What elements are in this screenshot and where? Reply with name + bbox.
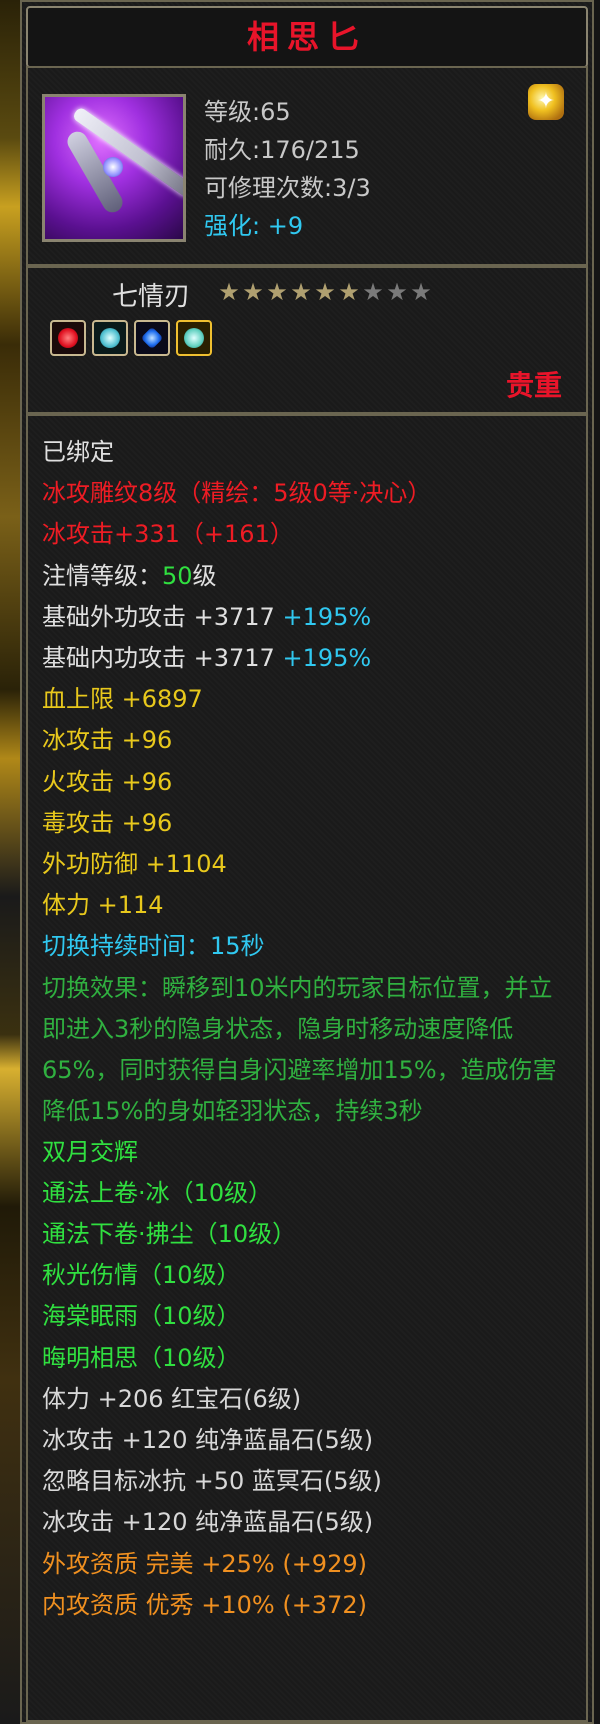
attribute-text: 火攻击 +96 (42, 767, 173, 796)
attribute-text: 通法上卷·冰（10级） (42, 1178, 273, 1207)
star-filled-icon: ★ (338, 278, 362, 306)
star-empty-icon: ★ (362, 278, 386, 306)
item-tooltip: 相思匕 等级:65 耐久:176/215 可修理次数:3/3 强化: +9 ✦ … (20, 0, 594, 1724)
attribute-line: 冰攻雕纹8级（精绘：5级0等·决心） (42, 473, 578, 514)
attribute-text: 切换持续时间：15秒 (42, 932, 265, 961)
attribute-text: 外功防御 +1104 (42, 850, 227, 879)
attribute-text: 冰攻击 +120 纯净蓝晶石(5级) (42, 1426, 374, 1455)
attribute-text: 冰攻雕纹8级（精绘：5级0等·决心） (42, 479, 432, 508)
attribute-line: 注情等级：50级 (42, 556, 578, 597)
sparkle-badge-icon: ✦ (528, 84, 564, 120)
attribute-text: 已绑定 (42, 438, 114, 466)
sapphire-gem-icon (134, 320, 170, 356)
attribute-line: 秋光伤情（10级） (42, 1255, 578, 1296)
attribute-line: 切换持续时间：15秒 (42, 926, 578, 967)
ruby-gem-icon (50, 320, 86, 356)
attribute-line: 内攻资质 优秀 +10% (+372) (42, 1585, 578, 1626)
item-name: 相思匕 (246, 18, 367, 56)
attribute-text: 体力 +114 (42, 891, 164, 920)
attribute-line: 体力 +206 红宝石(6级) (42, 1379, 578, 1420)
attribute-line: 血上限 +6897 (42, 679, 578, 720)
attribute-line: 已绑定 (42, 432, 578, 473)
item-durability: 耐久:176/215 (204, 136, 360, 164)
attribute-text: 内攻资质 优秀 +10% (+372) (42, 1590, 367, 1619)
attribute-text: 冰攻击 +96 (42, 726, 173, 755)
game-scene-edge (0, 0, 22, 1724)
attribute-text: +195% (282, 602, 372, 631)
attribute-text: 晦明相思（10级） (42, 1343, 241, 1372)
attribute-text: 海棠眠雨（10级） (42, 1302, 241, 1331)
attribute-list: 已绑定冰攻雕纹8级（精绘：5级0等·决心） 冰攻击+331（+161） 注情等级：5… (42, 432, 578, 1626)
rarity-label: 贵重 (505, 369, 562, 402)
attribute-line: 冰攻击 +120 纯净蓝晶石(5级) (42, 1420, 578, 1461)
item-attributes-section: 已绑定冰攻雕纹8级（精绘：5级0等·决心） 冰攻击+331（+161） 注情等级：5… (26, 414, 588, 1722)
item-enhance: 强化: +9 (204, 206, 303, 241)
attribute-text: 注情等级： (42, 561, 162, 590)
attribute-line: 忽略目标冰抗 +50 蓝冥石(5级) (42, 1461, 578, 1502)
item-level: 等级:65 (204, 98, 291, 126)
attribute-text: 冰攻击+331（+161） (42, 520, 294, 549)
item-header-section: 等级:65 耐久:176/215 可修理次数:3/3 强化: +9 ✦ (26, 66, 588, 266)
attribute-text: 基础外功攻击 +3717 (42, 602, 283, 631)
star-empty-icon: ★ (410, 278, 434, 306)
switch-effect-text: 切换效果：瞬移到10米内的玩家目标位置，并立即进入3秒的隐身状态，隐身时移动速度… (42, 973, 557, 1125)
attribute-line: 基础外功攻击 +3717 +195% (42, 597, 578, 638)
dagger-icon (42, 94, 186, 242)
attribute-text: 毒攻击 +96 (42, 808, 173, 837)
star-filled-icon: ★ (218, 278, 242, 306)
attribute-line: 海棠眠雨（10级） (42, 1296, 578, 1337)
attribute-line: 火攻击 +96 (42, 762, 578, 803)
star-filled-icon: ★ (314, 278, 338, 306)
attribute-text: 级 (192, 561, 217, 590)
star-filled-icon: ★ (242, 278, 266, 306)
socket-gems (50, 320, 212, 356)
attribute-text: 体力 +206 红宝石(6级) (42, 1384, 302, 1413)
attribute-line: 晦明相思（10级） (42, 1338, 578, 1379)
attribute-text: 外攻资质 完美 +25% (+929) (42, 1549, 367, 1578)
attribute-text: 血上限 +6897 (42, 685, 203, 714)
attribute-line: 体力 +114 (42, 885, 578, 926)
jade-gem-icon (92, 320, 128, 356)
attribute-text: 通法下卷·拂尘（10级） (42, 1220, 297, 1249)
star-empty-icon: ★ (386, 278, 410, 306)
attribute-line: 双月交辉 (42, 1132, 578, 1173)
attribute-line: 基础内功攻击 +3717 +195% (42, 638, 578, 679)
attribute-line: 冰攻击 +96 (42, 720, 578, 761)
attribute-text: 忽略目标冰抗 +50 蓝冥石(5级) (42, 1467, 382, 1496)
star-filled-icon: ★ (290, 278, 314, 306)
star-rating: ★★★★★★★★★ (218, 278, 434, 306)
item-repair-count: 可修理次数:3/3 (204, 174, 371, 202)
attribute-text: 冰攻击 +120 纯净蓝晶石(5级) (42, 1508, 374, 1537)
attribute-line: 冰攻击 +120 纯净蓝晶石(5级) (42, 1502, 578, 1543)
attribute-line: 外攻资质 完美 +25% (+929) (42, 1544, 578, 1585)
attribute-line: 外功防御 +1104 (42, 844, 578, 885)
set-name: 七情刃 (112, 282, 191, 312)
star-filled-icon: ★ (266, 278, 290, 306)
attribute-text: 50 (162, 561, 193, 590)
enhance-label: 强化: (204, 212, 261, 240)
attribute-text: 双月交辉 (42, 1137, 138, 1166)
attribute-line: 通法上卷·冰（10级） (42, 1173, 578, 1214)
attribute-text: 秋光伤情（10级） (42, 1261, 241, 1290)
attribute-line: 冰攻击+331（+161） (42, 514, 578, 555)
attribute-line: 通法下卷·拂尘（10级） (42, 1214, 578, 1255)
attribute-text: 基础内功攻击 +3717 (42, 644, 283, 673)
attribute-line: 毒攻击 +96 (42, 803, 578, 844)
attribute-text: +195% (282, 644, 372, 673)
enhance-value: +9 (267, 212, 304, 240)
item-set-section: 七情刃 ★★★★★★★★★ 贵重 (26, 266, 588, 414)
jade-gem-gold-icon (176, 320, 212, 356)
item-title-bar: 相思匕 (26, 6, 588, 68)
